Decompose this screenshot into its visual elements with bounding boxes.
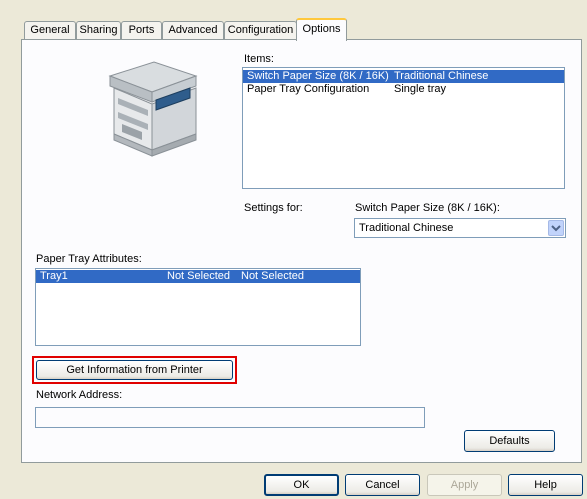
options-panel: Items: Switch Paper Size (8K / 16K) Trad… — [21, 39, 582, 463]
defaults-button[interactable]: Defaults — [464, 430, 555, 452]
item-value: Single tray — [394, 83, 446, 95]
list-item-switch-paper-size[interactable]: Switch Paper Size (8K / 16K) Traditional… — [243, 70, 564, 83]
tab-options[interactable]: Options — [296, 18, 347, 41]
item-name: Switch Paper Size (8K / 16K) — [247, 70, 389, 82]
tab-ports[interactable]: Ports — [121, 21, 162, 39]
setting-name-label: Switch Paper Size (8K / 16K): — [355, 202, 500, 214]
chevron-down-icon[interactable] — [548, 220, 564, 236]
network-address-label: Network Address: — [36, 389, 123, 401]
setting-value-select[interactable]: Traditional Chinese — [354, 218, 566, 238]
ok-button[interactable]: OK — [264, 474, 339, 496]
paper-tray-list[interactable]: Tray1 Not Selected Not Selected — [35, 268, 361, 346]
tab-advanced[interactable]: Advanced — [162, 21, 224, 39]
network-address-field — [35, 407, 425, 428]
list-item-tray1[interactable]: Tray1 Not Selected Not Selected — [36, 270, 360, 283]
apply-button: Apply — [427, 474, 502, 496]
printer-properties-dialog: General Sharing Ports Advanced Configura… — [0, 0, 587, 499]
items-label: Items: — [244, 53, 274, 65]
tab-general[interactable]: General — [24, 21, 76, 39]
item-value: Traditional Chinese — [394, 70, 489, 82]
list-item-paper-tray-config[interactable]: Paper Tray Configuration Single tray — [243, 83, 564, 96]
cancel-button[interactable]: Cancel — [345, 474, 420, 496]
tray-col1: Not Selected — [167, 270, 230, 282]
tray-col2: Not Selected — [241, 270, 304, 282]
paper-tray-label: Paper Tray Attributes: — [36, 253, 142, 265]
items-list[interactable]: Switch Paper Size (8K / 16K) Traditional… — [242, 67, 565, 189]
printer-image — [108, 61, 198, 157]
setting-value-text: Traditional Chinese — [359, 222, 454, 234]
settings-for-label: Settings for: — [244, 202, 303, 214]
tray-name: Tray1 — [40, 270, 68, 282]
help-button[interactable]: Help — [508, 474, 583, 496]
tab-configuration[interactable]: Configuration — [224, 21, 297, 39]
get-info-button[interactable]: Get Information from Printer — [36, 360, 233, 380]
item-name: Paper Tray Configuration — [247, 83, 370, 95]
tab-sharing[interactable]: Sharing — [76, 21, 121, 39]
